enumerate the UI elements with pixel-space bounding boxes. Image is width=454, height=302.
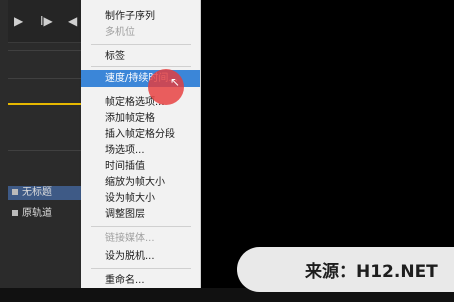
track-lock-icon[interactable] <box>12 209 18 216</box>
menu-separator <box>91 268 191 269</box>
context-menu: 制作子序列 多机位 标签 速度/持续时间... 帧定格选项... 添加帧定格 插… <box>81 0 201 288</box>
menu-item-time-interpolation[interactable]: 时间插值 <box>105 160 145 174</box>
divider <box>8 150 81 151</box>
menu-item-link-media: 链接媒体... <box>105 233 155 244</box>
mouse-pointer-icon: ↖ <box>170 75 181 89</box>
play-button[interactable]: ▶ <box>14 14 23 28</box>
menu-separator <box>91 44 191 45</box>
menu-item-adjustment-layer[interactable]: 调整图层 <box>105 208 145 222</box>
watermark-text: 来源：H12.NET <box>305 262 438 282</box>
work-area-bar[interactable] <box>8 103 81 105</box>
menu-separator <box>91 226 191 227</box>
menu-item-make-subsequence[interactable]: 制作子序列 <box>105 10 155 24</box>
timeline-panel: ▶ I▶ ◀ 无标题 原轨道 <box>0 0 81 288</box>
step-back-button[interactable]: ◀ <box>68 14 77 28</box>
transport-toolbar: ▶ I▶ ◀ <box>8 0 81 43</box>
track-row[interactable]: 无标题 <box>8 186 81 200</box>
menu-item-scale-to-frame-size[interactable]: 缩放为帧大小 <box>105 176 165 190</box>
screenshot-frame: ▶ I▶ ◀ 无标题 原轨道 制作子序列 多机位 标签 速度/持续时间... 帧… <box>0 0 454 302</box>
menu-item-insert-frame-hold-segment[interactable]: 插入帧定格分段 <box>105 128 175 142</box>
track-lock-icon[interactable] <box>12 188 18 195</box>
track-label: 无标题 <box>22 187 52 198</box>
menu-item-multicam: 多机位 <box>105 27 135 38</box>
menu-item-make-offline[interactable]: 设为脱机... <box>105 250 155 264</box>
watermark: 来源：H12.NET <box>237 247 454 292</box>
track-label: 原轨道 <box>22 208 52 219</box>
menu-item-add-frame-hold[interactable]: 添加帧定格 <box>105 112 155 126</box>
menu-item-label[interactable]: 标签 <box>105 50 125 64</box>
divider <box>8 78 81 79</box>
track-row[interactable]: 原轨道 <box>8 207 81 221</box>
menu-item-field-options[interactable]: 场选项... <box>105 144 145 158</box>
menu-separator <box>91 66 191 67</box>
step-forward-button[interactable]: I▶ <box>40 14 53 28</box>
menu-item-rename[interactable]: 重命名... <box>105 274 145 288</box>
divider <box>8 50 81 51</box>
menu-item-set-to-frame-size[interactable]: 设为帧大小 <box>105 192 155 206</box>
